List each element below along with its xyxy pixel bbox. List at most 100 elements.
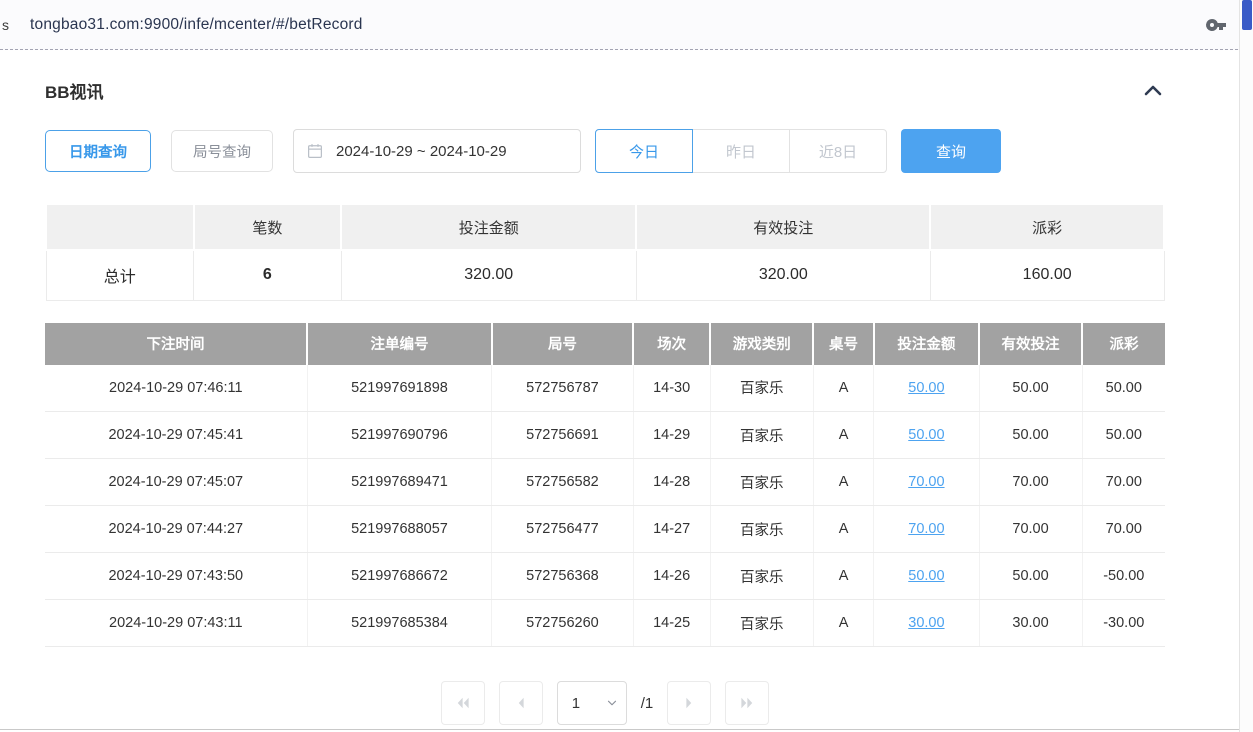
summary-total-label: 总计 [46,250,194,300]
double-chevron-left-icon [454,694,472,712]
table-row: 2024-10-29 07:45:07 521997689471 5727565… [45,459,1165,506]
time-cell: 2024-10-29 07:45:41 [45,412,307,459]
col-header-bet: 投注金额 [874,323,979,365]
session-cell: 14-28 [633,459,710,506]
page-total-label: /1 [641,695,654,712]
col-header-time: 下注时间 [45,323,307,365]
payout-cell: 50.00 [1082,412,1165,459]
bet-cell: 70.00 [874,506,979,553]
vertical-scrollbar-thumb[interactable] [1242,0,1252,30]
page-select-wrap: 1 [557,681,627,725]
prev-page-button[interactable] [499,681,543,725]
valid-cell: 50.00 [979,553,1082,600]
round-cell: 572756368 [492,553,633,600]
summary-valid-value: 320.00 [636,250,930,300]
records-header-row: 下注时间 注单编号 局号 场次 游戏类别 桌号 投注金额 有效投注 派彩 [45,323,1165,365]
bet-amount-link[interactable]: 50.00 [908,427,944,443]
session-cell: 14-27 [633,506,710,553]
today-button[interactable]: 今日 [595,129,693,173]
summary-header-valid: 有效投注 [636,204,930,250]
summary-count-value: 6 [194,250,342,300]
time-cell: 2024-10-29 07:44:27 [45,506,307,553]
summary-table: 笔数 投注金额 有效投注 派彩 总计 6 320.00 320.00 160.0… [45,203,1165,301]
col-header-game: 游戏类别 [710,323,813,365]
time-cell: 2024-10-29 07:46:11 [45,365,307,412]
valid-cell: 50.00 [979,365,1082,412]
table-row: 2024-10-29 07:43:11 521997685384 5727562… [45,600,1165,647]
session-cell: 14-30 [633,365,710,412]
round-cell: 572756787 [492,365,633,412]
bottom-window-edge [0,729,1253,730]
summary-header-payout: 派彩 [930,204,1164,250]
last-page-button[interactable] [725,681,769,725]
bet-amount-link[interactable]: 50.00 [908,380,944,396]
summary-header-bet: 投注金额 [341,204,636,250]
game-cell: 百家乐 [710,506,813,553]
col-header-valid: 有效投注 [979,323,1082,365]
summary-header-row: 笔数 投注金额 有效投注 派彩 [46,204,1164,250]
double-chevron-right-icon [738,694,756,712]
order-cell: 521997690796 [307,412,492,459]
bet-cell: 50.00 [874,365,979,412]
col-header-session: 场次 [633,323,710,365]
panel-header: BB视讯 [45,78,1165,103]
table-no-cell: A [813,459,873,506]
password-key-icon[interactable] [1205,13,1229,37]
time-cell: 2024-10-29 07:45:07 [45,459,307,506]
payout-cell: 50.00 [1082,365,1165,412]
table-row: 2024-10-29 07:43:50 521997686672 5727563… [45,553,1165,600]
table-no-cell: A [813,412,873,459]
summary-bet-value: 320.00 [341,250,636,300]
round-query-tab[interactable]: 局号查询 [171,130,273,172]
bet-cell: 50.00 [874,412,979,459]
page-select[interactable]: 1 [558,682,626,724]
time-cell: 2024-10-29 07:43:11 [45,600,307,647]
game-cell: 百家乐 [710,553,813,600]
address-bar: s tongbao31.com:9900/infe/mcenter/#/betR… [0,0,1253,50]
clipped-favicon: s [2,17,14,33]
date-range-picker[interactable] [293,129,581,173]
table-no-cell: A [813,553,873,600]
bet-cell: 70.00 [874,459,979,506]
table-no-cell: A [813,600,873,647]
order-cell: 521997686672 [307,553,492,600]
date-range-input[interactable] [336,143,568,160]
col-header-table: 桌号 [813,323,873,365]
bet-amount-link[interactable]: 50.00 [908,568,944,584]
last-8-days-button[interactable]: 近8日 [789,129,887,173]
game-cell: 百家乐 [710,600,813,647]
bet-cell: 50.00 [874,553,979,600]
round-cell: 572756691 [492,412,633,459]
bet-amount-link[interactable]: 70.00 [908,521,944,537]
session-cell: 14-26 [633,553,710,600]
filter-row: 日期查询 局号查询 今日 昨日 近8日 查询 [45,129,1165,173]
chevron-left-icon [512,694,530,712]
time-cell: 2024-10-29 07:43:50 [45,553,307,600]
date-query-tab[interactable]: 日期查询 [45,130,151,172]
yesterday-button[interactable]: 昨日 [692,129,790,173]
quick-range-group: 今日 昨日 近8日 [595,129,887,173]
table-no-cell: A [813,365,873,412]
table-row: 2024-10-29 07:45:41 521997690796 5727566… [45,412,1165,459]
bet-amount-link[interactable]: 70.00 [908,474,944,490]
table-row: 2024-10-29 07:46:11 521997691898 5727567… [45,365,1165,412]
payout-cell: -30.00 [1082,600,1165,647]
next-page-button[interactable] [667,681,711,725]
order-cell: 521997688057 [307,506,492,553]
summary-header-blank [46,204,194,250]
valid-cell: 70.00 [979,506,1082,553]
valid-cell: 70.00 [979,459,1082,506]
payout-cell: 70.00 [1082,506,1165,553]
valid-cell: 30.00 [979,600,1082,647]
valid-cell: 50.00 [979,412,1082,459]
search-button[interactable]: 查询 [901,129,1001,173]
chevron-right-icon [680,694,698,712]
summary-total-row: 总计 6 320.00 320.00 160.00 [46,250,1164,300]
vertical-scrollbar[interactable] [1239,0,1253,732]
collapse-chevron-up-icon[interactable] [1141,79,1165,103]
order-cell: 521997689471 [307,459,492,506]
first-page-button[interactable] [441,681,485,725]
bet-amount-link[interactable]: 30.00 [908,615,944,631]
url-text[interactable]: tongbao31.com:9900/infe/mcenter/#/betRec… [30,16,363,34]
round-cell: 572756260 [492,600,633,647]
